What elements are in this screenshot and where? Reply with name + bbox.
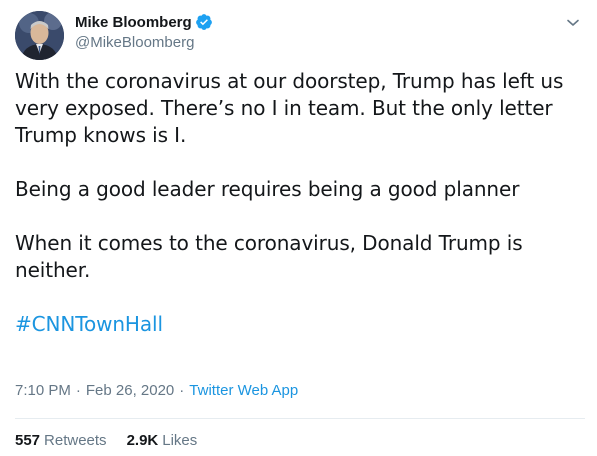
verified-badge-icon <box>195 13 213 31</box>
tweet-hashtag-line: #CNNTownHall <box>15 311 585 338</box>
tweet-text: With the coronavirus at our doorstep, Tr… <box>15 68 585 365</box>
retweets-stat[interactable]: 557 Retweets <box>15 432 107 449</box>
tweet-source-link[interactable]: Twitter Web App <box>189 382 298 399</box>
tweet-card: Mike Bloomberg @MikeBloomberg With the c… <box>0 0 597 456</box>
tweet-meta: 7:10 PM · Feb 26, 2020 · Twitter Web App <box>15 382 298 399</box>
hashtag-link[interactable]: #CNNTownHall <box>15 312 163 336</box>
likes-count: 2.9K <box>126 432 159 449</box>
tweet-paragraph: With the coronavirus at our doorstep, Tr… <box>15 69 564 147</box>
meta-separator: · <box>179 382 185 399</box>
name-row: Mike Bloomberg <box>75 12 213 32</box>
retweets-label: Retweets <box>44 432 107 449</box>
handle[interactable]: @MikeBloomberg <box>75 34 213 51</box>
meta-separator: · <box>75 382 81 399</box>
display-name[interactable]: Mike Bloomberg <box>75 14 192 31</box>
tweet-time[interactable]: 7:10 PM <box>15 382 71 399</box>
avatar-image <box>15 11 64 60</box>
tweet-date[interactable]: Feb 26, 2020 <box>86 382 174 399</box>
chevron-down-icon[interactable] <box>561 11 585 35</box>
retweets-count: 557 <box>15 432 41 449</box>
avatar[interactable] <box>15 11 64 60</box>
likes-label: Likes <box>162 432 198 449</box>
author-block: Mike Bloomberg @MikeBloomberg <box>75 12 213 51</box>
tweet-paragraph: Being a good leader requires being a goo… <box>15 177 520 201</box>
tweet-stats: 557 Retweets 2.9K Likes <box>15 432 217 449</box>
likes-stat[interactable]: 2.9K Likes <box>127 432 198 449</box>
tweet-paragraph: When it comes to the coronavirus, Donald… <box>15 231 523 282</box>
divider <box>15 418 585 419</box>
